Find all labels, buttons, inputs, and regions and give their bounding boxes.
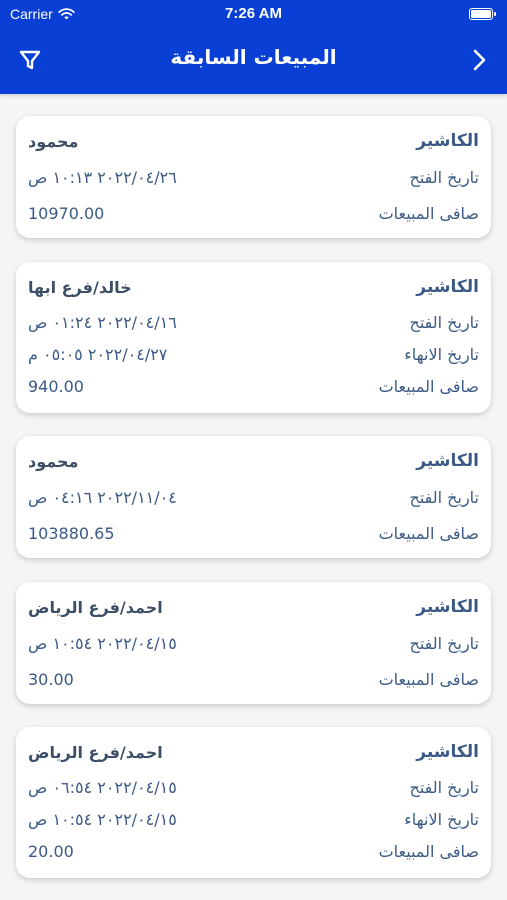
open-date-value: ٢٠٢٢/١١/٠٤ ٠٤:١٦ ص [28,487,177,507]
open-date-label: تاريخ الفتح [409,312,480,332]
cashier-row: الكاشير احمد/فرع الرياض [28,595,479,619]
cashier-name: احمد/فرع الرياض [28,597,163,617]
open-date-row: تاريخ الفتح ٢٠٢٢/٠٤/٢٦ ١٠:١٣ ص [28,165,479,189]
cashier-name: احمد/فرع الرياض [28,742,163,762]
sales-card[interactable]: الكاشير محمود تاريخ الفتح ٢٠٢٢/١١/٠٤ ٠٤:… [16,436,491,558]
net-sales-value: 940.00 [28,376,84,396]
open-date-label: تاريخ الفتح [409,167,480,187]
close-date-value: ٢٠٢٢/٠٤/٢٧ ٠٥:٠٥ م [28,344,168,364]
sales-card[interactable]: الكاشير محمود تاريخ الفتح ٢٠٢٢/٠٤/٢٦ ١٠:… [16,116,491,238]
status-bar: Carrier 7:26 AM [0,0,507,28]
close-date-label: تاريخ الانهاء [404,809,479,829]
cashier-label: الكاشير [416,277,479,297]
close-date-label: تاريخ الانهاء [404,344,479,364]
net-sales-value: 30.00 [28,669,74,689]
battery-icon [469,8,496,20]
nav-bar: المبيعات السابقة [0,28,507,94]
chevron-right-icon [473,49,486,71]
cashier-row: الكاشير محمود [28,129,479,153]
open-date-row: تاريخ الفتح ٢٠٢٢/١١/٠٤ ٠٤:١٦ ص [28,485,479,509]
cashier-name: محمود [28,131,79,151]
open-date-label: تاريخ الفتح [409,777,480,797]
net-sales-row: صافى المبيعات 103880.65 [28,521,479,545]
open-date-row: تاريخ الفتح ٢٠٢٢/٠٤/١٦ ٠١:٢٤ ص [28,310,479,334]
open-date-row: تاريخ الفتح ٢٠٢٢/٠٤/١٥ ١٠:٥٤ ص [28,631,479,655]
open-date-value: ٢٠٢٢/٠٤/١٥ ١٠:٥٤ ص [28,633,177,653]
open-date-label: تاريخ الفتح [409,633,480,653]
status-time: 7:26 AM [225,5,282,22]
page-title: المبيعات السابقة [170,45,337,69]
close-date-row: تاريخ الانهاء ٢٠٢٢/٠٤/١٥ ١٠:٥٤ ص [28,807,479,831]
cashier-row: الكاشير خالد/فرع ابها [28,275,479,299]
net-sales-value: 20.00 [28,841,74,861]
net-sales-label: صافى المبيعات [378,841,479,861]
back-button[interactable] [467,46,491,74]
net-sales-row: صافى المبيعات 10970.00 [28,201,479,225]
open-date-value: ٢٠٢٢/٠٤/٢٦ ١٠:١٣ ص [28,167,177,187]
sales-card[interactable]: الكاشير احمد/فرع الرياض تاريخ الفتح ٢٠٢٢… [16,727,491,878]
open-date-value: ٢٠٢٢/٠٤/١٥ ٠٦:٥٤ ص [28,777,177,797]
net-sales-row: صافى المبيعات 30.00 [28,667,479,691]
sales-card[interactable]: الكاشير خالد/فرع ابها تاريخ الفتح ٢٠٢٢/٠… [16,262,491,413]
open-date-label: تاريخ الفتح [409,487,480,507]
cashier-name: خالد/فرع ابها [28,277,132,297]
cashier-name: محمود [28,451,79,471]
cashier-label: الكاشير [416,131,479,151]
close-date-value: ٢٠٢٢/٠٤/١٥ ١٠:٥٤ ص [28,809,177,829]
net-sales-label: صافى المبيعات [378,523,479,543]
open-date-row: تاريخ الفتح ٢٠٢٢/٠٤/١٥ ٠٦:٥٤ ص [28,775,479,799]
cashier-row: الكاشير احمد/فرع الرياض [28,740,479,764]
cashier-label: الكاشير [416,451,479,471]
net-sales-row: صافى المبيعات 20.00 [28,839,479,863]
cashier-row: الكاشير محمود [28,449,479,473]
cashier-label: الكاشير [416,742,479,762]
cashier-label: الكاشير [416,597,479,617]
net-sales-label: صافى المبيعات [378,669,479,689]
net-sales-value: 103880.65 [28,523,115,543]
net-sales-label: صافى المبيعات [378,376,479,396]
close-date-row: تاريخ الانهاء ٢٠٢٢/٠٤/٢٧ ٠٥:٠٥ م [28,342,479,366]
net-sales-row: صافى المبيعات 940.00 [28,374,479,398]
open-date-value: ٢٠٢٢/٠٤/١٦ ٠١:٢٤ ص [28,312,177,332]
net-sales-value: 10970.00 [28,203,105,223]
net-sales-label: صافى المبيعات [378,203,479,223]
sales-card[interactable]: الكاشير احمد/فرع الرياض تاريخ الفتح ٢٠٢٢… [16,582,491,704]
